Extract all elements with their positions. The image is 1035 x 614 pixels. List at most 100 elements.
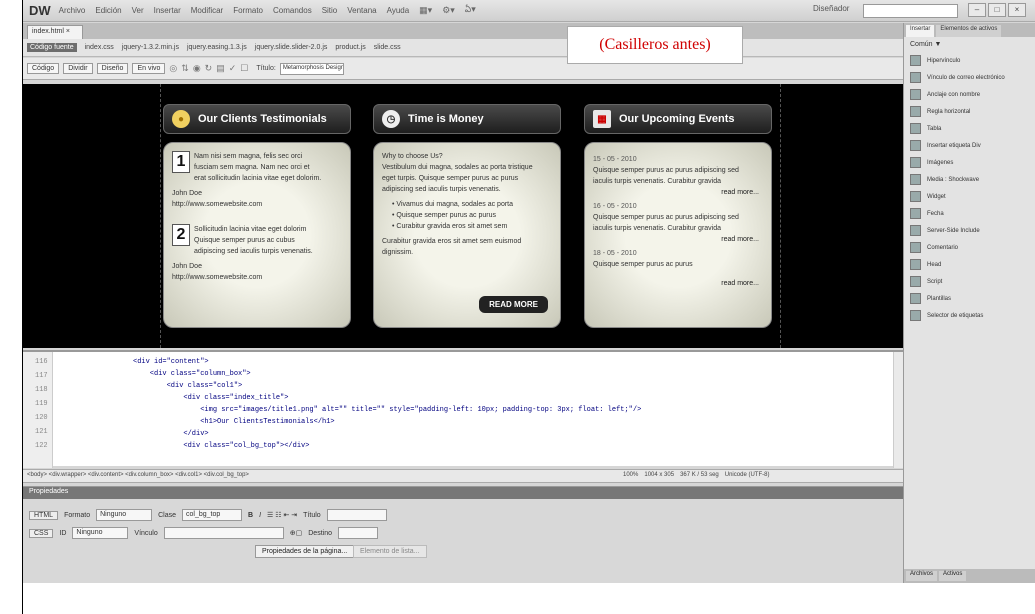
target-select[interactable] (337, 527, 378, 539)
window-size[interactable]: 1004 x 305 (644, 472, 674, 478)
link-input[interactable] (163, 527, 284, 539)
globe-icon[interactable]: ◎ (169, 63, 177, 74)
menu-window[interactable]: Ventana (347, 6, 376, 15)
insert-item[interactable]: Widget (904, 188, 1035, 205)
id-select[interactable]: Ninguno (72, 527, 129, 539)
source-code-button[interactable]: Código fuente (27, 43, 77, 52)
menu-insert[interactable]: Insertar (154, 6, 181, 15)
code-line[interactable]: </div> (133, 430, 208, 438)
maximize-button[interactable]: □ (988, 3, 1006, 17)
code-line[interactable]: <div id="content"> (133, 358, 209, 366)
insert-item[interactable]: Regla horizontal (904, 103, 1035, 120)
read-more-link[interactable]: read more... (593, 278, 759, 289)
insert-item[interactable]: Head (904, 256, 1035, 273)
help-search-input[interactable] (863, 4, 958, 18)
code-line[interactable]: <h1>Our ClientsTestimonials</h1> (133, 418, 334, 426)
preview-icon[interactable]: ◉ (193, 63, 201, 74)
tag-selector[interactable]: <body> <div.wrapper> <div.content> <div.… (27, 472, 249, 478)
css-mode-button[interactable]: CSS (29, 528, 54, 538)
insert-item[interactable]: Selector de etiquetas (904, 307, 1035, 324)
read-more-button[interactable]: READ MORE (479, 296, 548, 313)
target-label: Destino (308, 529, 332, 537)
class-select[interactable]: col_bg_top (182, 509, 243, 521)
menu-format[interactable]: Formato (233, 6, 263, 15)
testimonial-link[interactable]: http://www.somewebsite.com (172, 199, 342, 210)
tab-assets[interactable]: Elementos de activos (936, 25, 1002, 37)
related-file[interactable]: index.css (85, 44, 114, 51)
tab-insert[interactable]: Insertar (906, 25, 935, 37)
download-size: 367 K / 53 seg (680, 472, 719, 478)
code-scrollbar[interactable] (893, 352, 903, 468)
insert-item[interactable]: Insertar etiqueta Div (904, 137, 1035, 154)
menu-file[interactable]: Archivo (59, 6, 86, 15)
read-more-link[interactable]: read more... (593, 234, 759, 245)
design-view[interactable]: ● Our Clients Testimonials 1 Nam nisi se… (23, 84, 903, 348)
menu-view[interactable]: Ver (132, 6, 144, 15)
related-file[interactable]: jquery-1.3.2.min.js (122, 44, 179, 51)
tab-assets-bottom[interactable]: Activos (939, 571, 967, 581)
insert-item[interactable]: Script (904, 273, 1035, 290)
insert-item[interactable]: Hipervínculo (904, 52, 1035, 69)
format-select[interactable]: Ninguno (96, 509, 153, 521)
file-manage-icon[interactable]: ⇅ (181, 63, 189, 74)
menu-modify[interactable]: Modificar (191, 6, 223, 15)
page-properties-button[interactable]: Propiedades de la página... (255, 545, 355, 558)
code-line[interactable]: <div class="column_box"> (133, 370, 251, 378)
check-browser-icon[interactable]: ☐ (240, 63, 248, 74)
validate-icon[interactable]: ✓ (229, 63, 237, 74)
menu-edit[interactable]: Edición (95, 6, 121, 15)
menu-commands[interactable]: Comandos (273, 6, 312, 15)
refresh-icon[interactable]: ↻ (205, 63, 213, 74)
testimonial-link[interactable]: http://www.somewebsite.com (172, 272, 342, 283)
read-more-link[interactable]: read more... (593, 187, 759, 198)
code-view[interactable]: 116 117 118 119 120 121 122 <div id="con… (23, 350, 903, 468)
insert-item[interactable]: Plantillas (904, 290, 1035, 307)
workspace-switcher[interactable]: Diseñador (813, 4, 849, 13)
insert-item[interactable]: Server-Side Include (904, 222, 1035, 239)
title-input[interactable]: Metamorphosis Design | Free Cs (279, 62, 344, 75)
code-line[interactable]: <div class="index_title"> (133, 394, 288, 402)
document-toolbar: Código Dividir Diseño En vivo ◎ ⇅ ◉ ↻ ▤ … (23, 58, 903, 80)
live-view-button[interactable]: En vivo (132, 63, 166, 74)
extend-icon[interactable]: ఏ▾ (465, 4, 476, 17)
html-mode-button[interactable]: HTML (29, 510, 59, 520)
code-view-button[interactable]: Código (27, 63, 60, 74)
folder-icon[interactable]: ⊕▢ (290, 529, 302, 537)
tab-files[interactable]: Archivos (906, 571, 938, 581)
italic-button[interactable]: I (259, 512, 261, 519)
menu-site[interactable]: Sitio (322, 6, 338, 15)
div-tag-icon (910, 140, 921, 151)
related-file[interactable]: slide.css (374, 44, 401, 51)
testimonial-text: Quisque semper purus ac cubus (194, 237, 295, 244)
insert-item[interactable]: Tabla (904, 120, 1035, 137)
zoom-level[interactable]: 100% (623, 472, 638, 478)
bold-button[interactable]: B (248, 512, 253, 519)
code-line[interactable]: <img src="images/title1.png" alt="" titl… (133, 406, 641, 414)
panel-bottom-tabs: Archivos Activos (904, 569, 1035, 583)
code-line[interactable]: <div class="col_bg_top"></div> (133, 442, 309, 450)
layout-icon[interactable]: ▦▾ (419, 5, 432, 16)
insert-item[interactable]: Media : Shockwave (904, 171, 1035, 188)
visual-aids-icon[interactable]: ▤ (216, 63, 225, 74)
related-file[interactable]: jquery.slide.slider-2.0.js (255, 44, 328, 51)
insert-item[interactable]: Comentario (904, 239, 1035, 256)
title-field[interactable] (326, 509, 387, 521)
split-view-button[interactable]: Dividir (63, 63, 93, 74)
menu-help[interactable]: Ayuda (387, 6, 410, 15)
status-bar: <body> <div.wrapper> <div.content> <div.… (23, 469, 903, 483)
related-file[interactable]: jquery.easing.1.3.js (187, 44, 247, 51)
insert-item[interactable]: Vínculo de correo electrónico (904, 69, 1035, 86)
document-tab[interactable]: index.html × (27, 25, 83, 39)
category-select[interactable]: Común ▼ (904, 37, 1035, 52)
insert-item[interactable]: Fecha (904, 205, 1035, 222)
minimize-button[interactable]: – (968, 3, 986, 17)
insert-item[interactable]: Anclaje con nombre (904, 86, 1035, 103)
list-icon[interactable]: ☰ ☷ ⇤ ⇥ (267, 511, 297, 519)
design-view-button[interactable]: Diseño (96, 63, 129, 74)
view-icon[interactable]: ⚙▾ (442, 5, 455, 16)
insert-item[interactable]: Imágenes (904, 154, 1035, 171)
close-button[interactable]: × (1008, 3, 1026, 17)
related-file[interactable]: product.js (335, 44, 365, 51)
code-line[interactable]: <div class="col1"> (133, 382, 243, 390)
email-link-icon (910, 72, 921, 83)
